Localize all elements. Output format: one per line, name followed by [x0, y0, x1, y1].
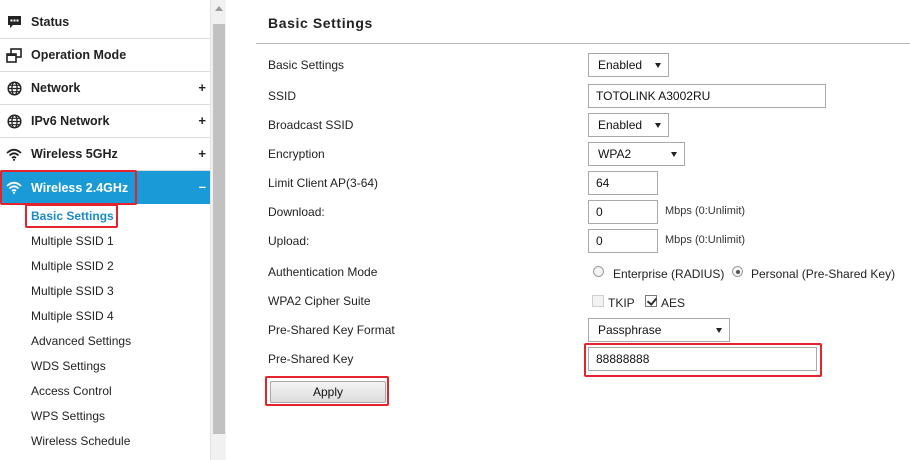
apply-button[interactable]: Apply: [270, 381, 386, 403]
broadcast-ssid-select[interactable]: Enabled: [588, 113, 669, 137]
ssid-label: SSID: [268, 89, 297, 103]
subnav-multiple-ssid-1[interactable]: Multiple SSID 1: [31, 231, 114, 251]
psk-format-select-value: Passphrase: [598, 323, 662, 337]
main-content: Basic Settings Basic Settings Enabled SS…: [226, 0, 910, 460]
subnav-wds-settings[interactable]: WDS Settings: [31, 356, 106, 376]
broadcast-ssid-select-value: Enabled: [598, 118, 643, 132]
aes-checkbox[interactable]: [645, 295, 657, 307]
nav-ipv6-network[interactable]: IPv6 Network +: [0, 105, 210, 138]
wifi-icon: [6, 146, 22, 162]
page-title: Basic Settings: [268, 15, 373, 31]
expand-plus-icon[interactable]: +: [198, 113, 206, 128]
encryption-select-value: WPA2: [598, 147, 632, 161]
nav-operation-mode-label: Operation Mode: [31, 48, 127, 62]
auth-mode-label: Authentication Mode: [268, 265, 378, 279]
tkip-label: TKIP: [608, 296, 635, 310]
wifi-icon: [6, 180, 22, 196]
psk-format-select[interactable]: Passphrase: [588, 318, 730, 342]
subnav-wireless-schedule[interactable]: Wireless Schedule: [31, 431, 130, 451]
basic-settings-label: Basic Settings: [268, 58, 345, 72]
chat-bubble-icon: [6, 14, 22, 30]
upload-input[interactable]: 0: [588, 229, 658, 253]
expand-plus-icon[interactable]: +: [198, 80, 206, 95]
download-input[interactable]: 0: [588, 200, 658, 224]
aes-label: AES: [661, 296, 686, 310]
dropdown-arrow-icon: [716, 328, 722, 333]
subnav-multiple-ssid-4[interactable]: Multiple SSID 4: [31, 306, 114, 326]
nav-wireless-24ghz[interactable]: Wireless 2.4GHz –: [0, 171, 210, 204]
nav-network[interactable]: Network +: [0, 72, 210, 105]
encryption-label: Encryption: [268, 147, 325, 161]
upload-label: Upload:: [268, 234, 310, 248]
scrollbar-thumb[interactable]: [213, 24, 225, 434]
nav-network-label: Network: [31, 81, 81, 95]
upload-unit: Mbps (0:Unlimit): [665, 234, 746, 246]
expand-plus-icon[interactable]: +: [198, 146, 206, 161]
download-unit: Mbps (0:Unlimit): [665, 205, 746, 217]
auth-enterprise-radio[interactable]: [593, 266, 604, 277]
subnav-access-control[interactable]: Access Control: [31, 381, 112, 401]
dropdown-arrow-icon: [655, 123, 661, 128]
subnav-multiple-ssid-3[interactable]: Multiple SSID 3: [31, 281, 114, 301]
windows-icon: [6, 47, 22, 63]
basic-settings-select[interactable]: Enabled: [588, 53, 669, 77]
nav-ipv6-network-label: IPv6 Network: [31, 114, 110, 128]
subnav-basic-settings[interactable]: Basic Settings: [31, 206, 114, 226]
broadcast-ssid-label: Broadcast SSID: [268, 118, 354, 132]
dropdown-arrow-icon: [671, 152, 677, 157]
sidebar-scrollbar[interactable]: [210, 0, 226, 460]
subnav-advanced-settings[interactable]: Advanced Settings: [31, 331, 131, 351]
subnav-multiple-ssid-2[interactable]: Multiple SSID 2: [31, 256, 114, 276]
ssid-input[interactable]: TOTOLINK A3002RU: [588, 84, 826, 108]
globe-icon: [6, 80, 22, 96]
collapse-minus-icon[interactable]: –: [199, 179, 206, 194]
globe-icon: [6, 113, 22, 129]
basic-settings-select-value: Enabled: [598, 58, 643, 72]
download-label: Download:: [268, 205, 325, 219]
title-divider: [256, 43, 910, 44]
limit-client-input[interactable]: 64: [588, 171, 658, 195]
nav-status[interactable]: Status: [0, 6, 210, 39]
encryption-select[interactable]: WPA2: [588, 142, 685, 166]
auth-personal-radio[interactable]: [732, 266, 743, 277]
psk-format-label: Pre-Shared Key Format: [268, 323, 395, 337]
psk-label: Pre-Shared Key: [268, 352, 354, 366]
tkip-checkbox[interactable]: [592, 295, 604, 307]
auth-personal-label[interactable]: Personal (Pre-Shared Key): [751, 267, 895, 281]
nav-wireless-5ghz-label: Wireless 5GHz: [31, 147, 118, 161]
scroll-up-arrow-icon[interactable]: [215, 6, 223, 11]
cipher-suite-label: WPA2 Cipher Suite: [268, 294, 371, 308]
limit-client-label: Limit Client AP(3-64): [268, 176, 379, 190]
nav-wireless-24ghz-label: Wireless 2.4GHz: [31, 180, 129, 195]
nav-status-label: Status: [31, 15, 70, 29]
subnav-wps-settings[interactable]: WPS Settings: [31, 406, 105, 426]
nav-operation-mode[interactable]: Operation Mode: [0, 39, 210, 72]
psk-input[interactable]: 88888888: [588, 347, 817, 371]
nav-wireless-5ghz[interactable]: Wireless 5GHz +: [0, 138, 210, 171]
sidebar: Status Operation Mode Network + IPv6 Net…: [0, 0, 210, 460]
auth-enterprise-label[interactable]: Enterprise (RADIUS): [613, 267, 724, 281]
dropdown-arrow-icon: [655, 63, 661, 68]
